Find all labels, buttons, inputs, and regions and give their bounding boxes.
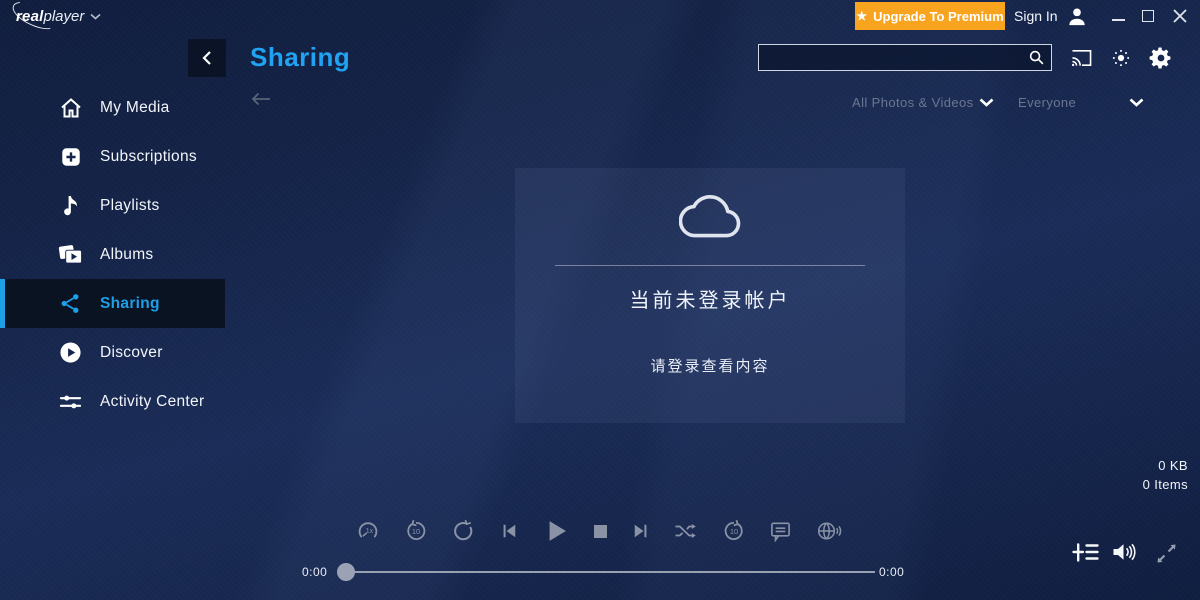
page-title: Sharing xyxy=(250,42,350,73)
sidebar-item-label: Playlists xyxy=(100,197,160,215)
player-controls: 1x 10 10 xyxy=(356,514,842,548)
gear-icon xyxy=(1149,46,1173,70)
skip-back-10-button[interactable]: 10 xyxy=(404,519,428,543)
chevron-left-icon xyxy=(201,50,213,66)
audio-language-button[interactable] xyxy=(816,520,842,542)
divider xyxy=(555,265,865,266)
cast-button[interactable] xyxy=(1068,45,1094,71)
plus-square-icon xyxy=(58,145,83,169)
maximize-button[interactable] xyxy=(1139,8,1157,24)
nav-back-arrow-disabled[interactable] xyxy=(250,91,274,109)
home-icon xyxy=(58,96,83,120)
next-track-button[interactable] xyxy=(631,521,651,541)
media-type-label: All Photos & Videos xyxy=(852,95,974,110)
sliders-icon xyxy=(58,390,83,414)
status-item-count: 0 Items xyxy=(1143,477,1188,492)
fullscreen-icon xyxy=(1156,543,1177,564)
search-box xyxy=(758,44,1052,71)
back-button[interactable] xyxy=(188,39,226,77)
maximize-icon xyxy=(1142,10,1154,22)
repeat-button[interactable] xyxy=(451,519,475,543)
sidebar-item-label: Albums xyxy=(100,246,153,264)
sidebar-item-albums[interactable]: Albums xyxy=(0,230,225,279)
playlist-queue-button[interactable] xyxy=(1072,542,1099,563)
sidebar: My Media Subscriptions Playlists Albums xyxy=(0,83,225,426)
chevron-down-icon xyxy=(979,98,994,107)
skip-forward-value: 10 xyxy=(730,527,738,536)
minimize-button[interactable] xyxy=(1109,8,1127,24)
sidebar-item-label: Sharing xyxy=(100,295,160,313)
chevron-down-icon xyxy=(90,13,101,20)
settings-button[interactable] xyxy=(1148,45,1174,71)
previous-track-button[interactable] xyxy=(499,521,519,541)
audience-label: Everyone xyxy=(1018,95,1076,110)
star-icon: ★ xyxy=(856,9,867,23)
realplayer-logo[interactable]: real player xyxy=(16,6,101,26)
brightness-button[interactable] xyxy=(1108,45,1134,71)
sidebar-item-label: Activity Center xyxy=(100,393,204,411)
audience-dropdown[interactable]: Everyone xyxy=(1018,92,1144,112)
shuffle-button[interactable] xyxy=(674,521,698,541)
empty-state-title: 当前未登录帐户 xyxy=(515,284,905,313)
person-icon xyxy=(1066,6,1088,26)
seek-track[interactable] xyxy=(347,571,875,573)
close-icon xyxy=(1173,9,1187,23)
arrow-left-icon xyxy=(250,91,272,107)
close-button[interactable] xyxy=(1171,8,1189,24)
sidebar-item-my-media[interactable]: My Media xyxy=(0,83,225,132)
sign-in-button[interactable]: Sign In xyxy=(1014,4,1088,28)
search-button[interactable] xyxy=(1021,45,1051,70)
upgrade-premium-label: Upgrade To Premium xyxy=(873,9,1004,24)
total-time: 0:00 xyxy=(879,565,904,579)
sidebar-item-sharing[interactable]: Sharing xyxy=(0,279,225,328)
volume-icon xyxy=(1111,540,1139,564)
minimize-icon xyxy=(1112,19,1125,21)
stop-button[interactable] xyxy=(594,525,607,538)
brightness-icon xyxy=(1110,47,1132,69)
seek-thumb[interactable] xyxy=(337,563,355,581)
upgrade-premium-button[interactable]: ★ Upgrade To Premium xyxy=(855,2,1005,30)
albums-icon xyxy=(58,243,83,267)
empty-state-panel: 当前未登录帐户 请登录查看内容 xyxy=(515,168,905,423)
search-input[interactable] xyxy=(759,45,1021,70)
empty-state-subtitle: 请登录查看内容 xyxy=(515,355,905,376)
volume-button[interactable] xyxy=(1111,540,1139,564)
status-size: 0 KB xyxy=(1158,458,1188,473)
playback-speed-button[interactable]: 1x xyxy=(356,519,380,543)
play-circle-icon xyxy=(58,341,83,365)
sign-in-label: Sign In xyxy=(1014,8,1058,24)
media-type-dropdown[interactable]: All Photos & Videos xyxy=(852,92,994,112)
sidebar-item-activity-center[interactable]: Activity Center xyxy=(0,377,225,426)
share-icon xyxy=(58,292,83,316)
play-button[interactable] xyxy=(542,517,570,545)
speed-value: 1x xyxy=(366,528,374,535)
search-icon xyxy=(1028,49,1045,66)
cast-icon xyxy=(1070,48,1093,68)
seek-slider[interactable] xyxy=(337,563,877,581)
stop-icon xyxy=(594,525,607,538)
playlist-queue-icon xyxy=(1072,542,1099,563)
sidebar-item-subscriptions[interactable]: Subscriptions xyxy=(0,132,225,181)
skip-back-value: 10 xyxy=(411,527,419,536)
elapsed-time: 0:00 xyxy=(302,565,327,579)
sidebar-item-label: Discover xyxy=(100,344,163,362)
sidebar-item-discover[interactable]: Discover xyxy=(0,328,225,377)
captions-button[interactable] xyxy=(769,520,792,542)
sidebar-item-label: My Media xyxy=(100,99,170,117)
chevron-down-icon xyxy=(1129,98,1144,107)
fullscreen-button[interactable] xyxy=(1156,543,1177,564)
sidebar-item-label: Subscriptions xyxy=(100,148,197,166)
sidebar-item-playlists[interactable]: Playlists xyxy=(0,181,225,230)
music-note-icon xyxy=(58,194,83,218)
skip-forward-10-button[interactable]: 10 xyxy=(722,519,746,543)
app-window: real player ★ Upgrade To Premium Sign In… xyxy=(0,0,1200,600)
cloud-icon xyxy=(515,192,905,243)
